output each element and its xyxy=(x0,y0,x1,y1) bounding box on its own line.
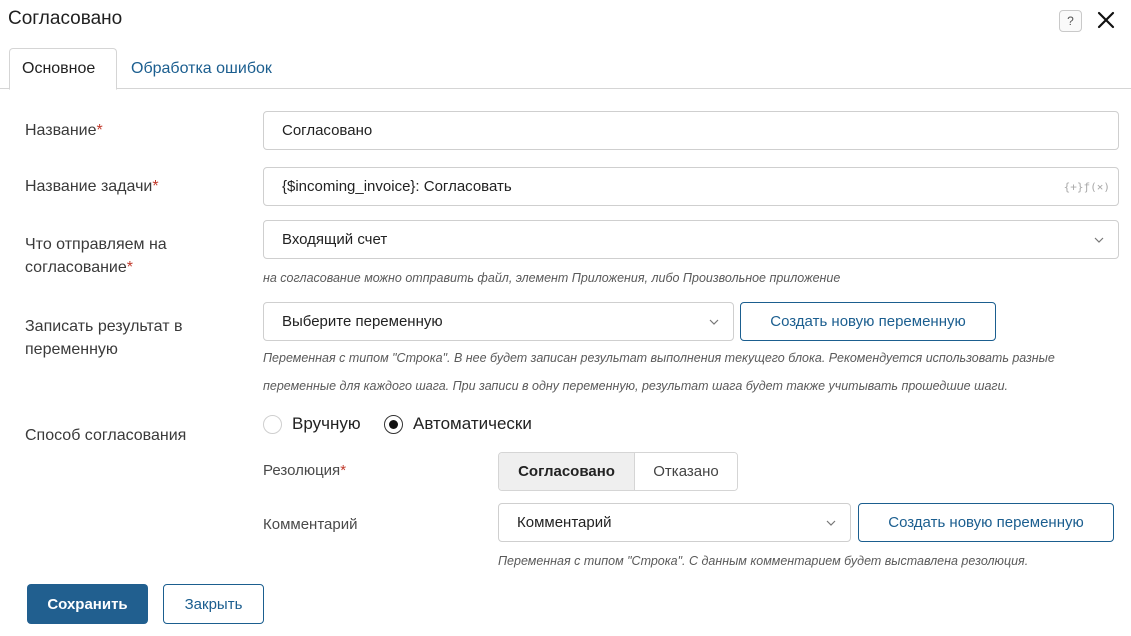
name-value: Согласовано xyxy=(282,122,373,139)
resolution-label: Резолюция* xyxy=(263,462,347,479)
result-var-select[interactable]: Выберите переменную xyxy=(263,302,734,341)
resolution-rejected-option[interactable]: Отказано xyxy=(635,453,737,490)
help-icon[interactable]: ? xyxy=(1059,10,1082,32)
send-select[interactable]: Входящий счет xyxy=(263,220,1119,259)
task-name-label: Название задачи* xyxy=(25,178,159,195)
name-label: Название* xyxy=(25,122,103,139)
radio-circle xyxy=(263,414,282,434)
send-value: Входящий счет xyxy=(282,231,388,248)
task-name-input[interactable]: {$incoming_invoice}: Согласовать {+}ƒ(×) xyxy=(263,167,1119,206)
radio-auto[interactable]: Автоматически xyxy=(384,414,532,434)
chevron-down-icon xyxy=(709,316,719,328)
task-name-value: {$incoming_invoice}: Согласовать xyxy=(282,178,512,195)
result-var-hint-1: Переменная с типом "Строка". В нее будет… xyxy=(263,351,1055,365)
create-variable-button[interactable]: Создать новую переменную xyxy=(740,302,996,341)
radio-manual[interactable]: Вручную xyxy=(263,414,361,434)
close-button[interactable]: Закрыть xyxy=(163,584,264,624)
send-hint: на согласование можно отправить файл, эл… xyxy=(263,271,841,285)
tab-error-handling[interactable]: Обработка ошибок xyxy=(119,48,284,89)
comment-label: Комментарий xyxy=(263,516,358,533)
resolution-approved-option[interactable]: Согласовано xyxy=(499,453,635,490)
chevron-down-icon xyxy=(826,517,836,529)
create-comment-variable-button[interactable]: Создать новую переменную xyxy=(858,503,1114,542)
tab-main[interactable]: Основное xyxy=(9,48,117,90)
result-var-label: Записать результат в переменную xyxy=(25,318,183,358)
comment-select[interactable]: Комментарий xyxy=(498,503,851,542)
method-label: Способ согласования xyxy=(25,427,187,444)
close-icon[interactable] xyxy=(1094,8,1118,32)
send-label: Что отправляем на согласование* xyxy=(25,236,167,276)
comment-hint: Переменная с типом "Строка". С данным ко… xyxy=(498,554,1029,568)
chevron-down-icon xyxy=(1094,234,1104,246)
formula-icon[interactable]: {+}ƒ(×) xyxy=(1064,180,1110,193)
name-input[interactable]: Согласовано xyxy=(263,111,1119,150)
result-var-hint-2: переменные для каждого шага. При записи … xyxy=(263,379,1009,393)
comment-value: Комментарий xyxy=(517,514,612,531)
tab-bar: Основное Обработка ошибок xyxy=(0,48,1131,90)
dialog-title: Согласовано xyxy=(8,8,123,29)
resolution-toggle: Согласовано Отказано xyxy=(498,452,738,491)
radio-circle-selected xyxy=(384,414,403,434)
save-button[interactable]: Сохранить xyxy=(27,584,148,624)
result-var-value: Выберите переменную xyxy=(282,313,443,330)
